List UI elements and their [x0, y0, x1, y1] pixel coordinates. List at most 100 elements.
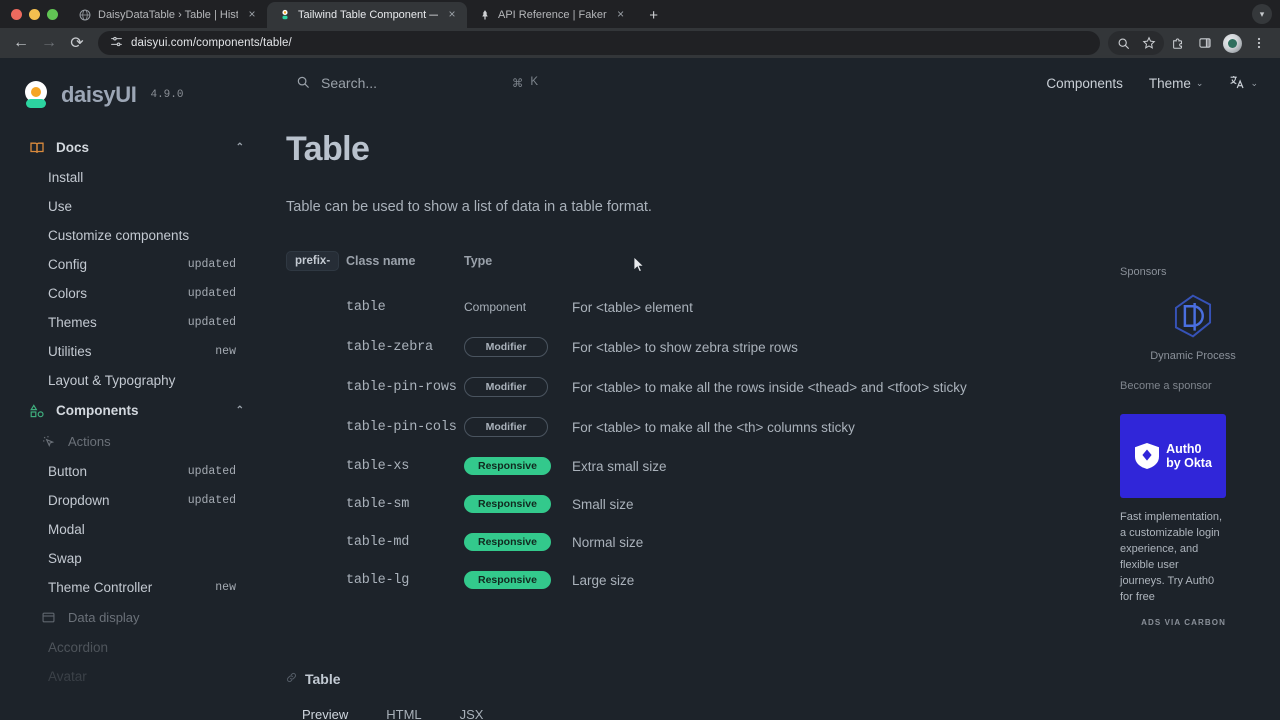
link-icon[interactable]: [286, 672, 297, 686]
sidebar-item-dropdown[interactable]: Dropdown updated: [0, 486, 264, 515]
sidebar-item-button[interactable]: Button updated: [0, 457, 264, 486]
search-placeholder: Search...: [321, 75, 378, 91]
ad-attribution[interactable]: ADS VIA CARBON: [1120, 618, 1226, 627]
example-tabs: Preview HTML JSX: [286, 701, 1100, 720]
close-tab-button[interactable]: ×: [614, 8, 628, 22]
nav-link-components[interactable]: Components: [1046, 76, 1123, 91]
translate-icon: [1229, 74, 1245, 93]
sidebar-item-badge: new: [215, 581, 236, 594]
sidebar-item-label: Install: [48, 170, 84, 185]
sidebar-item-install[interactable]: Install: [0, 163, 264, 192]
tab-html[interactable]: HTML: [376, 701, 431, 720]
dynamic-process-logo[interactable]: [1120, 290, 1266, 342]
profile-avatar[interactable]: [1219, 30, 1245, 56]
table-row: table-md Responsive Normal size: [286, 523, 1100, 561]
sidebar-item-utilities[interactable]: Utilities new: [0, 337, 264, 366]
nav-theme-dropdown[interactable]: Theme ⌄: [1149, 76, 1204, 91]
sidebar-group-components[interactable]: Components ⌃: [0, 395, 264, 426]
sidebar-item-badge: updated: [187, 258, 236, 271]
sidebar-item-modal[interactable]: Modal: [0, 515, 264, 544]
sidebar-item-label: Button: [48, 464, 88, 479]
chevron-up-icon[interactable]: ⌃: [236, 405, 244, 416]
table-row: table-pin-rows Modifier For <table> to m…: [286, 367, 1100, 407]
minimize-window-button[interactable]: [29, 8, 40, 20]
sidebar-item-config[interactable]: Config updated: [0, 250, 264, 279]
side-panel-icon[interactable]: [1192, 30, 1218, 56]
back-icon[interactable]: ←: [8, 30, 34, 56]
browser-tab-2[interactable]: Tailwind Table Component — ×: [267, 2, 467, 28]
sidebar-item-use[interactable]: Use: [0, 192, 264, 221]
ad-description[interactable]: Fast implementation, a customizable logi…: [1120, 510, 1226, 606]
table-row: table-lg Responsive Large size: [286, 561, 1100, 599]
row-prefix-spacer: [286, 407, 346, 447]
type-badge: Component: [464, 300, 527, 314]
sidebar-item-swap[interactable]: Swap: [0, 544, 264, 573]
address-bar[interactable]: daisyui.com/components/table/: [98, 31, 1100, 55]
forward-icon[interactable]: →: [36, 30, 62, 56]
carbon-ad[interactable]: Auth0 by Okta Fast implementation, a cus…: [1120, 414, 1226, 627]
close-tab-button[interactable]: ×: [445, 8, 459, 22]
search-shortcut-hint: ⌘ K: [512, 76, 538, 90]
ad-brand-line1: Auth0: [1166, 441, 1202, 456]
new-tab-button[interactable]: +: [642, 3, 666, 27]
sidebar-group-label: Components: [56, 403, 139, 418]
kbd-k: K: [530, 76, 538, 88]
reload-icon[interactable]: ⟳: [64, 30, 90, 56]
ad-image[interactable]: Auth0 by Okta: [1120, 414, 1226, 498]
sidebar-nav: Docs ⌃ Install Use Customize components …: [0, 114, 264, 691]
kebab-menu-icon[interactable]: [1246, 30, 1272, 56]
sidebar-group-docs[interactable]: Docs ⌃: [0, 132, 264, 163]
browser-tab-title: API Reference | Faker: [498, 9, 607, 21]
daisyui-icon: [278, 9, 291, 22]
row-prefix-spacer: [286, 287, 346, 327]
language-switcher[interactable]: ⌄: [1229, 74, 1258, 93]
become-a-sponsor-link[interactable]: Become a sponsor: [1120, 380, 1266, 392]
close-window-button[interactable]: [11, 8, 22, 20]
close-tab-button[interactable]: ×: [245, 8, 259, 22]
bookmark-star-icon[interactable]: [1136, 30, 1162, 56]
sidebar-item-customize-components[interactable]: Customize components: [0, 221, 264, 250]
type-badge: Responsive: [464, 457, 551, 475]
sidebar-item-colors[interactable]: Colors updated: [0, 279, 264, 308]
kbd-command: ⌘: [511, 78, 524, 90]
sidebar-item-label: Colors: [48, 286, 88, 301]
row-class-name: table-pin-cols: [346, 419, 457, 435]
toolbar-right-icons: [1108, 30, 1272, 56]
browser-tab-3[interactable]: API Reference | Faker ×: [467, 2, 636, 28]
row-description: For <table> to show zebra stripe rows: [572, 339, 798, 355]
sidebar-item-label: Layout & Typography: [48, 373, 176, 388]
type-badge: Responsive: [464, 571, 551, 589]
brand-logo-block[interactable]: daisyUI 4.9.0: [0, 58, 264, 114]
table-row: table Component For <table> element: [286, 287, 1100, 327]
row-prefix-spacer: [286, 485, 346, 523]
sidebar-group-actions: Actions: [0, 426, 264, 457]
sidebar-item-theme-controller[interactable]: Theme Controller new: [0, 573, 264, 602]
chevron-up-icon[interactable]: ⌃: [236, 142, 244, 153]
sponsors-title: Sponsors: [1120, 266, 1167, 278]
cursor-click-icon: [40, 433, 57, 450]
tune-icon[interactable]: [110, 35, 123, 51]
search-input[interactable]: Search... ⌘ K: [282, 65, 552, 101]
sidebar-item-badge: updated: [187, 465, 236, 478]
sidebar-item-accordion[interactable]: Accordion: [0, 633, 264, 662]
browser-tab-1[interactable]: DaisyDataTable › Table | Hist ×: [67, 2, 267, 28]
zoom-icon[interactable]: [1110, 30, 1136, 56]
prefix-chip-button[interactable]: prefix-: [286, 251, 340, 271]
row-class-name: table-pin-rows: [346, 379, 457, 395]
browser-toolbar: ← → ⟳ daisyui.com/components/table/: [0, 28, 1280, 58]
sidebar-item-layout-typography[interactable]: Layout & Typography: [0, 366, 264, 395]
type-badge: Modifier: [464, 417, 548, 437]
tab-preview[interactable]: Preview: [292, 701, 358, 720]
row-class-name: table-md: [346, 534, 410, 550]
extensions-icon[interactable]: [1165, 30, 1191, 56]
type-badge: Modifier: [464, 337, 548, 357]
sidebar-item-badge: updated: [187, 494, 236, 507]
sidebar-item-avatar[interactable]: Avatar: [0, 662, 264, 691]
page-viewport: daisyUI 4.9.0 Docs ⌃ Install Use Customi…: [0, 58, 1280, 720]
sidebar-item-themes[interactable]: Themes updated: [0, 308, 264, 337]
maximize-window-button[interactable]: [47, 8, 58, 20]
sidebar-item-label: Themes: [48, 315, 97, 330]
tab-jsx[interactable]: JSX: [450, 701, 494, 720]
tab-search-chevron-icon[interactable]: ▾: [1252, 4, 1272, 24]
row-description: Large size: [572, 572, 635, 588]
